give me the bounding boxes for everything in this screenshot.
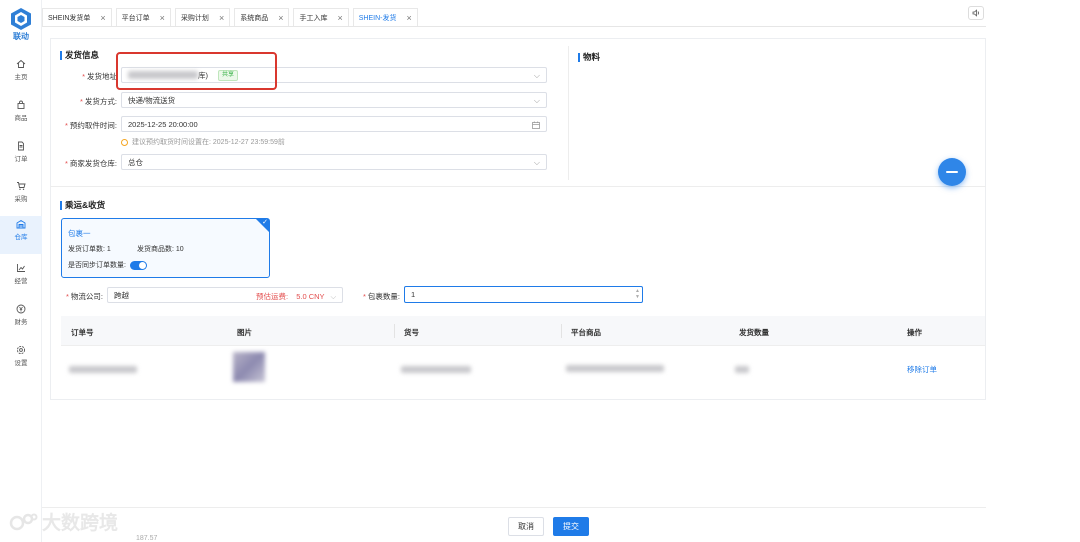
package-count-label: * 包裹数量: <box>362 292 400 301</box>
column-header: 订单号 <box>71 328 94 337</box>
app-logo-icon <box>11 8 31 30</box>
home-icon <box>16 59 26 68</box>
chevron-down-icon: ⌵ <box>330 292 337 301</box>
warehouse-select[interactable]: 总仓 ⌵ <box>121 154 547 170</box>
tab-purchase-plan[interactable]: 采购计划 × <box>174 8 231 26</box>
highlight-box <box>116 52 277 90</box>
tab-platform-orders[interactable]: 平台订单 × <box>115 8 171 26</box>
document-icon <box>18 141 24 151</box>
close-icon[interactable]: × <box>219 13 224 23</box>
cancel-button[interactable]: 取消 <box>508 517 544 536</box>
sidebar-item-settings[interactable]: 设置 <box>0 342 42 380</box>
partial-text: 187.57 <box>136 535 158 542</box>
close-icon[interactable]: × <box>160 13 165 23</box>
watermark-logo-icon <box>9 513 38 530</box>
sidebar-item-orders[interactable]: 订单 <box>0 138 42 176</box>
watermark: 大数跨境 <box>8 508 118 535</box>
column-header: 操作 <box>907 328 922 337</box>
remove-order-link[interactable]: 移除订单 <box>907 364 937 375</box>
package-order-count: 发货订单数: 1 <box>68 246 111 253</box>
package-item-count: 发货商品数: 10 <box>137 246 184 253</box>
pickup-hint: 建议预约取货时间设置在: 2025-12-27 23:59:59前 <box>121 137 285 147</box>
app-logo-text: 联动 <box>13 32 29 41</box>
sidebar-item-purchase[interactable]: 采购 <box>0 178 42 216</box>
speaker-icon <box>972 9 979 17</box>
chevron-down-icon: ⌵ <box>533 158 540 167</box>
section-title-shipping-info: 发货信息 <box>60 49 99 61</box>
close-icon[interactable]: × <box>406 13 411 23</box>
chart-icon <box>17 264 25 272</box>
sidebar-item-label: 经营 <box>14 278 28 285</box>
tab-shein-shipping[interactable]: SHEIN-发货 × <box>352 8 418 26</box>
logistics-label: * 物流公司: <box>65 292 103 301</box>
redacted-order-number <box>69 366 137 373</box>
column-header: 发货数量 <box>739 328 769 337</box>
table-row: 移除订单 <box>61 346 985 392</box>
estimated-freight: 预估运费: 5.0 CNY ⌵ <box>256 292 337 301</box>
warning-icon <box>121 138 128 146</box>
floating-assistant-button[interactable] <box>938 158 966 186</box>
section-title-carrier: 乘运&收货 <box>60 199 105 211</box>
redacted-quantity <box>735 366 749 373</box>
close-icon[interactable]: × <box>100 13 105 23</box>
tab-shein-invoice[interactable]: SHEIN发货单 × <box>42 8 112 26</box>
product-thumbnail <box>233 352 265 382</box>
sidebar-item-business[interactable]: 经营 <box>0 260 42 298</box>
calendar-icon <box>532 121 540 129</box>
warehouse-label: * 商家发货仓库: <box>64 159 117 168</box>
redacted-platform-product <box>566 365 664 372</box>
tab-manual-inbound[interactable]: 手工入库 × <box>293 8 349 26</box>
package-name: 包裹一 <box>68 229 91 238</box>
package-card[interactable]: ✓ 包裹一 发货订单数: 1 发货商品数: 10 是否同步订单数量: <box>61 218 270 278</box>
column-header: 图片 <box>237 328 252 337</box>
sidebar-item-warehouse[interactable]: 仓库 <box>0 216 42 254</box>
close-icon[interactable]: × <box>278 13 283 23</box>
chevron-down-icon: ⌵ <box>533 96 540 105</box>
yen-icon <box>16 304 26 314</box>
sidebar: 联动 主页 商品 订单 采购 仓库 经营 财务 设置 <box>0 0 42 542</box>
sidebar-item-label: 商品 <box>14 115 28 122</box>
sync-quantity-toggle[interactable] <box>129 260 147 270</box>
gear-icon <box>16 345 26 355</box>
cart-icon <box>17 182 26 190</box>
warehouse-icon <box>16 219 26 229</box>
stepper-arrows-icon[interactable]: ▲ ▼ <box>635 288 640 300</box>
chevron-down-icon: ⌵ <box>533 71 540 80</box>
tab-bar: SHEIN发货单 × 平台订单 × 采购计划 × 系统商品 × 手工入库 × SHEIN-… <box>42 8 422 26</box>
check-icon: ✓ <box>262 219 268 226</box>
sidebar-item-finance[interactable]: 财务 <box>0 301 42 339</box>
address-label: * 发货地址 <box>82 72 117 81</box>
method-label: * 发货方式: <box>79 97 117 106</box>
shipping-method-select[interactable]: 快递/物流送货 ⌵ <box>121 92 547 108</box>
sidebar-item-home[interactable]: 主页 <box>0 56 42 94</box>
sync-quantity-row: 是否同步订单数量: <box>68 260 147 270</box>
sidebar-item-label: 主页 <box>14 74 28 81</box>
section-divider <box>50 186 986 187</box>
sidebar-item-label: 设置 <box>14 360 28 367</box>
close-icon[interactable]: × <box>337 13 342 23</box>
sidebar-item-products[interactable]: 商品 <box>0 97 42 135</box>
sidebar-item-label: 采购 <box>14 196 28 203</box>
panel-divider <box>568 46 569 180</box>
pickup-time-label: * 预约取件时间: <box>64 121 117 130</box>
redacted-sku <box>401 366 471 373</box>
tab-system-products[interactable]: 系统商品 × <box>234 8 290 26</box>
sidebar-item-label: 财务 <box>14 319 28 326</box>
pickup-time-input[interactable]: 2025-12-25 20:00:00 <box>121 116 547 132</box>
bag-icon <box>17 100 25 109</box>
table-header: 订单号 图片 货号 平台商品 发货数量 操作 <box>61 316 985 346</box>
package-count-input[interactable]: 1 ▲ ▼ <box>404 286 643 303</box>
column-header: 货号 <box>404 328 419 337</box>
tab-divider <box>42 26 986 27</box>
sound-button[interactable] <box>968 6 984 20</box>
sidebar-item-label: 订单 <box>14 156 28 163</box>
column-header: 平台商品 <box>571 328 601 337</box>
section-title-materials: 物料 <box>578 51 600 63</box>
footer-divider <box>42 507 986 508</box>
submit-button[interactable]: 提交 <box>553 517 589 536</box>
sidebar-item-label: 仓库 <box>14 234 28 241</box>
